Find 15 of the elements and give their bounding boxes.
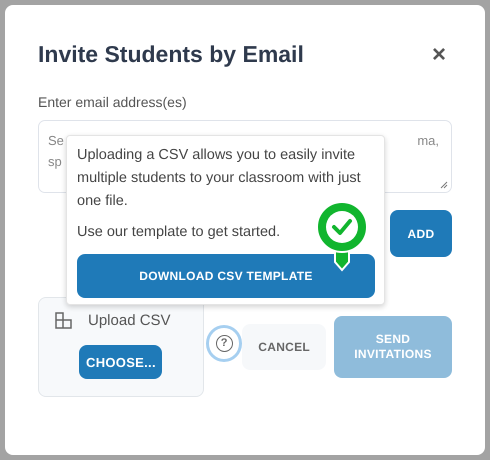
choose-button[interactable]: CHOOSE...: [79, 345, 162, 379]
field-label: Enter email address(es): [38, 94, 188, 110]
download-template-button[interactable]: DOWNLOAD CSV TEMPLATE: [77, 254, 375, 298]
file-icon: [55, 312, 72, 329]
resize-grip-icon[interactable]: [440, 181, 448, 189]
dialog-title: Invite Students by Email: [38, 41, 304, 68]
upload-label: Upload CSV: [88, 312, 171, 329]
cancel-button[interactable]: CANCEL: [242, 324, 326, 370]
placeholder-text: Se: [48, 133, 64, 148]
popover-text: Use our template to get started.: [77, 223, 282, 242]
close-button[interactable]: ×: [426, 42, 452, 66]
placeholder-text: sp: [48, 154, 62, 169]
add-button[interactable]: ADD: [390, 210, 452, 257]
popover-text: Uploading a CSV allows you to easily invite multiple students to your classroom with just one file.: [77, 146, 362, 211]
placeholder-text: ma,: [417, 133, 439, 148]
